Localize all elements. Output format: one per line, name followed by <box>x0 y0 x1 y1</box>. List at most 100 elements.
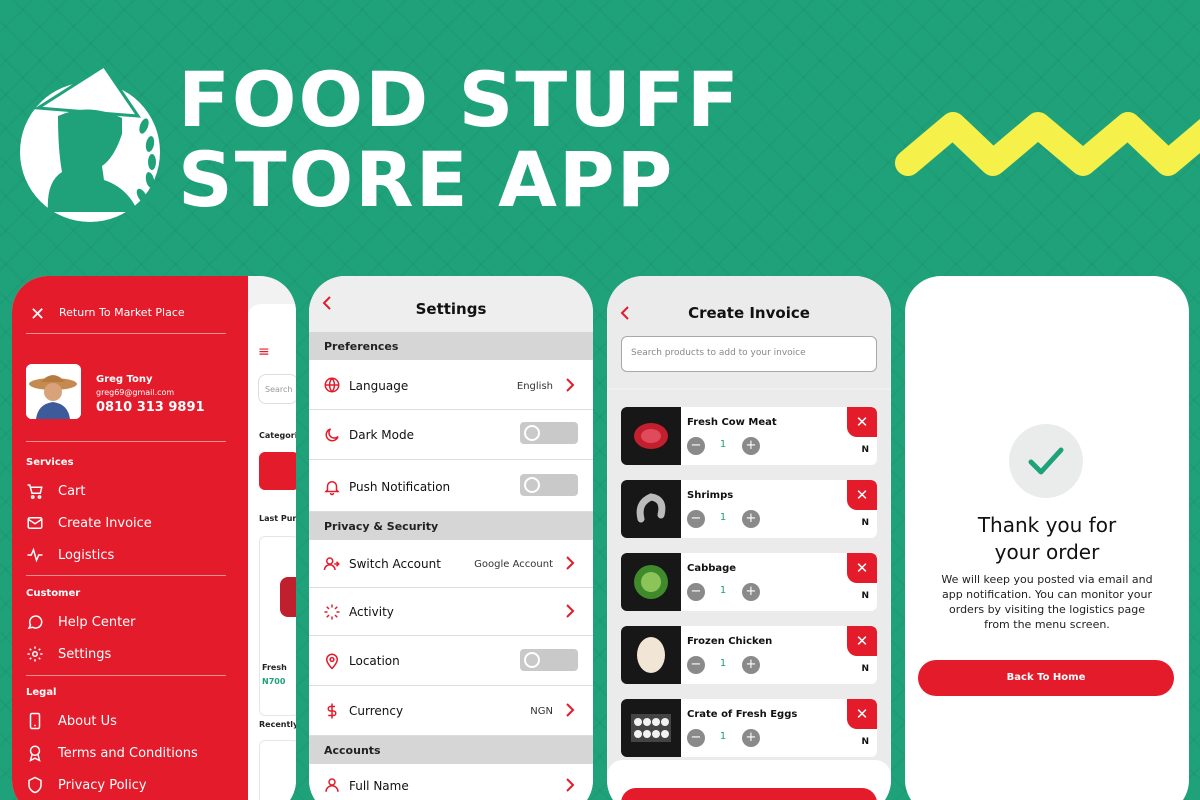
nav-item-logistics[interactable]: Logistics <box>26 546 114 564</box>
last-purchase-card[interactable]: Fresh N700 <box>259 536 296 716</box>
remove-item-button[interactable]: ✕ <box>847 626 877 656</box>
increment-button[interactable]: + <box>742 510 760 528</box>
quantity-value: 1 <box>719 731 727 742</box>
setting-label: Activity <box>349 605 394 619</box>
increment-button[interactable]: + <box>742 583 760 601</box>
setting-label: Dark Mode <box>349 428 414 442</box>
avatar[interactable] <box>26 364 81 419</box>
cart-icon <box>27 484 43 499</box>
decrement-button[interactable]: − <box>687 510 705 528</box>
setting-label: Location <box>349 654 400 668</box>
invoice-item: Frozen Chicken − 1 + ✕ N <box>621 626 877 684</box>
hero-title: FOOD STUFF STORE APP <box>178 60 741 220</box>
setting-value: Google Account <box>474 559 553 570</box>
section-legal-title: Legal <box>26 687 57 698</box>
chevron-right-icon <box>566 604 575 618</box>
nav-item-terms[interactable]: Terms and Conditions <box>26 744 198 762</box>
peek-recently-label: Recently <box>259 720 296 729</box>
setting-value: English <box>516 381 553 392</box>
back-to-home-button[interactable]: Back To Home <box>918 660 1174 696</box>
success-check-icon <box>1009 424 1083 498</box>
location-toggle[interactable] <box>520 649 578 671</box>
section-preferences: Preferences <box>309 332 593 360</box>
item-name: Fresh Cow Meat <box>687 417 777 428</box>
item-price: N <box>861 518 869 528</box>
push-notification-toggle[interactable] <box>520 474 578 496</box>
location-pin-icon <box>325 653 339 670</box>
confirmation-message: We will keep you posted via email and ap… <box>941 573 1153 631</box>
moon-icon <box>325 428 339 442</box>
confirmation-title-line2: your order <box>994 540 1100 564</box>
product-search-input[interactable]: Search products to add to your invoice <box>621 336 877 372</box>
setting-row-dark-mode: Dark Mode <box>309 410 593 460</box>
activity-icon <box>324 604 340 620</box>
dark-mode-toggle[interactable] <box>520 422 578 444</box>
setting-row-language[interactable]: Language English <box>309 360 593 410</box>
nav-item-label: About Us <box>58 713 117 729</box>
peek-categories-label: Categori <box>259 431 296 440</box>
user-icon <box>325 778 339 792</box>
remove-item-button[interactable]: ✕ <box>847 699 877 729</box>
setting-row-currency[interactable]: Currency NGN <box>309 686 593 736</box>
eggs-thumbnail <box>621 699 681 757</box>
increment-button[interactable]: + <box>742 729 760 747</box>
chevron-right-icon <box>566 378 575 392</box>
setting-label: Switch Account <box>349 557 441 571</box>
nav-item-cart[interactable]: Cart <box>26 482 86 500</box>
dollar-icon <box>327 703 337 719</box>
nav-item-label: Logistics <box>58 547 115 563</box>
category-card[interactable] <box>259 452 296 490</box>
mail-icon <box>27 517 43 529</box>
decrement-button[interactable]: − <box>687 583 705 601</box>
setting-row-push-notification: Push Notification <box>309 460 593 512</box>
user-name: Greg Tony <box>96 374 153 385</box>
divider <box>26 333 226 334</box>
return-to-market-link[interactable]: Return To Market Place <box>59 306 185 319</box>
setting-row-full-name[interactable]: Full Name <box>309 764 593 800</box>
hero-title-line1: FOOD STUFF <box>178 55 741 144</box>
quantity-value: 1 <box>719 512 727 523</box>
invoice-submit-button[interactable] <box>621 788 877 800</box>
setting-label: Push Notification <box>349 480 451 494</box>
nav-item-label: Privacy Policy <box>58 777 147 793</box>
remove-item-button[interactable]: ✕ <box>847 407 877 437</box>
decrement-button[interactable]: − <box>687 437 705 455</box>
nav-item-settings[interactable]: Settings <box>26 645 111 663</box>
invoice-item: Fresh Cow Meat − 1 + ✕ N <box>621 407 877 465</box>
quantity-stepper: − 1 + <box>687 729 760 747</box>
item-name: Frozen Chicken <box>687 636 773 647</box>
nav-item-create-invoice[interactable]: Create Invoice <box>26 514 152 532</box>
user-switch-icon <box>323 557 340 571</box>
increment-button[interactable]: + <box>742 656 760 674</box>
chevron-right-icon <box>566 778 575 792</box>
invoice-item: Shrimps − 1 + ✕ N <box>621 480 877 538</box>
cabbage-thumbnail <box>621 553 681 611</box>
peek-search-input[interactable]: Search <box>258 374 296 404</box>
recent-card[interactable] <box>259 740 296 800</box>
item-price: N <box>861 445 869 455</box>
remove-item-button[interactable]: ✕ <box>847 480 877 510</box>
invoice-item: Cabbage − 1 + ✕ N <box>621 553 877 611</box>
divider <box>26 441 226 442</box>
decrement-button[interactable]: − <box>687 729 705 747</box>
setting-row-activity[interactable]: Activity <box>309 588 593 636</box>
confirmation-title: Thank you for your order <box>905 512 1189 566</box>
nav-item-privacy-policy[interactable]: Privacy Policy <box>26 776 147 794</box>
remove-item-button[interactable]: ✕ <box>847 553 877 583</box>
setting-row-location: Location <box>309 636 593 686</box>
increment-button[interactable]: + <box>742 437 760 455</box>
section-services-title: Services <box>26 457 74 468</box>
settings-header: Settings <box>309 276 593 332</box>
nav-item-help-center[interactable]: Help Center <box>26 613 136 631</box>
setting-row-switch-account[interactable]: Switch Account Google Account <box>309 540 593 588</box>
hamburger-menu-icon[interactable]: ≡ <box>258 344 270 360</box>
zigzag-decoration <box>895 112 1200 176</box>
user-phone: 0810 313 9891 <box>96 400 205 415</box>
quantity-value: 1 <box>719 585 727 596</box>
close-icon[interactable]: ✕ <box>30 304 45 325</box>
decrement-button[interactable]: − <box>687 656 705 674</box>
chevron-right-icon <box>566 703 575 717</box>
nav-item-about-us[interactable]: About Us <box>26 712 117 730</box>
peek-item-name: Fresh <box>262 663 287 672</box>
section-accounts: Accounts <box>309 736 593 764</box>
